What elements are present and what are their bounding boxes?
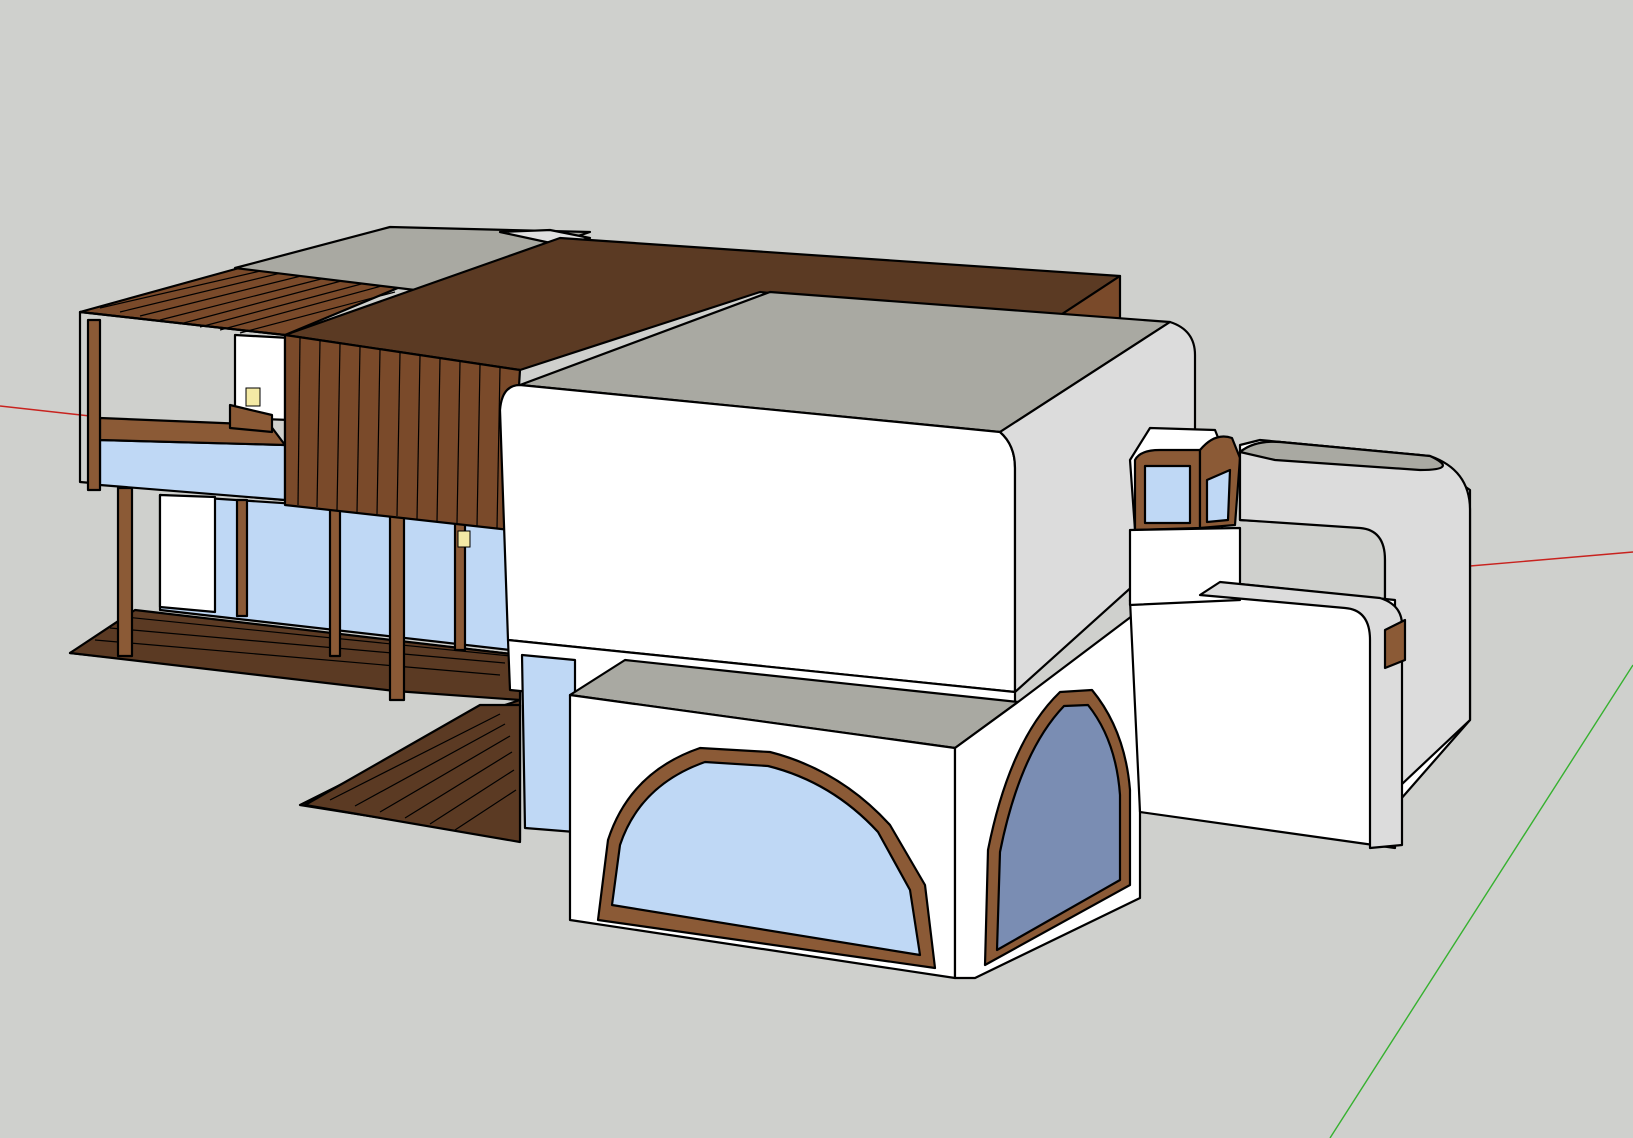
3d-model-canvas[interactable] xyxy=(0,0,1633,1138)
wall-lamp-icon xyxy=(245,387,261,407)
sketchup-viewport[interactable] xyxy=(0,0,1633,1138)
wall-lamp-icon xyxy=(457,530,471,548)
